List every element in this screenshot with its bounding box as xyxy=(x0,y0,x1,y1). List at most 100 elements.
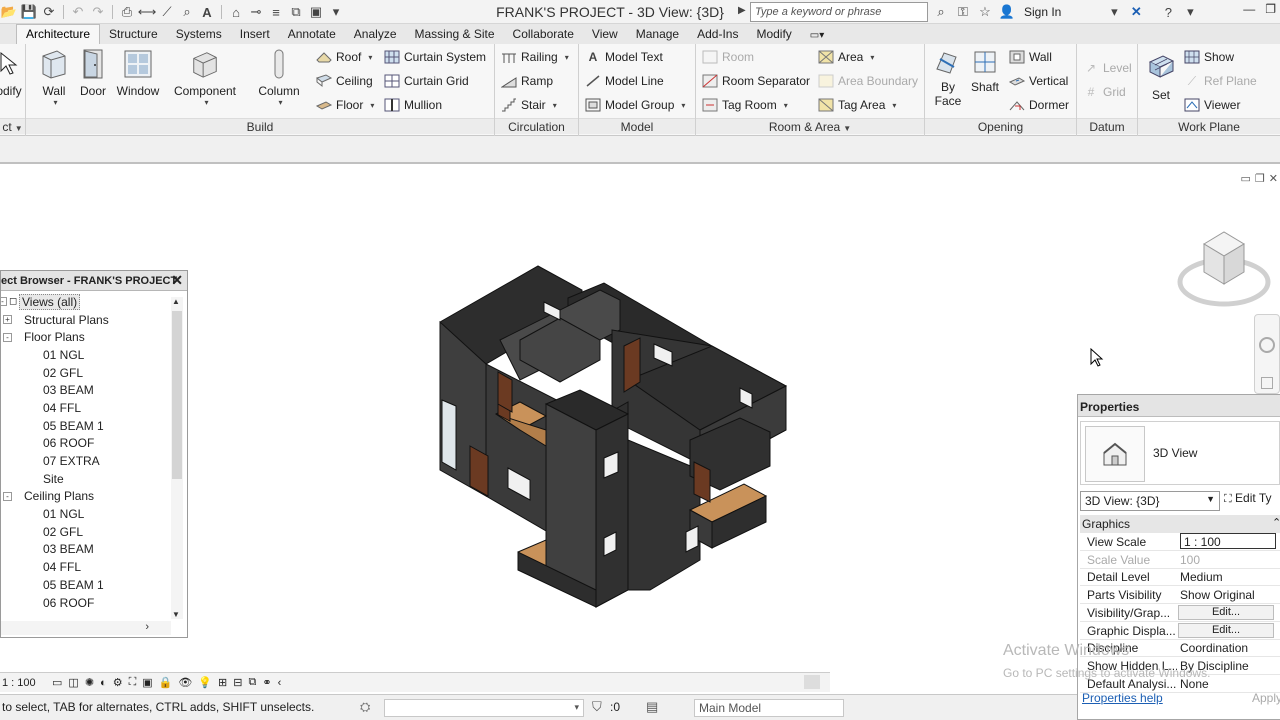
tag-room-dropdown-icon[interactable]: ▾ xyxy=(784,101,788,110)
stair-button[interactable]: Stair ▾ xyxy=(501,95,557,115)
search-input[interactable]: Type a keyword or phrase xyxy=(750,2,928,22)
workset-selector[interactable]: ▾ xyxy=(384,699,584,717)
view-close-icon[interactable]: ✕ xyxy=(1269,172,1278,185)
property-row[interactable]: Parts Visibility Show Original xyxy=(1080,586,1280,605)
zoom-icon[interactable] xyxy=(1261,377,1273,389)
view-minimize-icon[interactable]: ▭ xyxy=(1241,172,1251,185)
ceiling-button[interactable]: Ceiling xyxy=(316,71,373,91)
tab-manage[interactable]: Manage xyxy=(627,25,688,44)
area-button[interactable]: Area ▾ xyxy=(818,47,874,67)
area-dropdown-icon[interactable]: ▾ xyxy=(870,53,874,62)
highlight-displacement-icon[interactable]: ⧉ xyxy=(248,676,256,689)
tree-item[interactable]: 01 NGL xyxy=(1,346,171,364)
tab-architecture[interactable]: Architecture xyxy=(16,24,101,44)
worksets-icon[interactable]: ⛭ xyxy=(360,699,370,715)
room-button[interactable]: Room xyxy=(702,47,754,67)
vertical-opening-button[interactable]: Vertical xyxy=(1009,71,1068,91)
tree-item[interactable]: 05 BEAM 1 xyxy=(1,417,171,435)
dormer-button[interactable]: Dormer xyxy=(1009,95,1069,115)
roof-button[interactable]: Roof ▾ xyxy=(316,47,372,67)
property-value[interactable]: Coordination xyxy=(1180,641,1280,655)
redo-icon[interactable]: ↷ xyxy=(89,3,107,21)
wall-dropdown-icon[interactable]: ▾ xyxy=(37,98,74,107)
model-group-button[interactable]: Model Group ▾ xyxy=(585,95,685,115)
close-hidden-icon[interactable]: ⧉ xyxy=(287,3,305,21)
tab-add-ins[interactable]: Add-Ins xyxy=(688,25,747,44)
edit-type-button[interactable]: ⛶ Edit Ty xyxy=(1224,491,1272,506)
render-icon[interactable]: ⚙ xyxy=(113,676,123,689)
search-expand-icon[interactable]: ▶ xyxy=(738,5,746,16)
tag-area-button[interactable]: Tag Area ▾ xyxy=(818,95,896,115)
close-icon[interactable]: ✕ xyxy=(171,272,183,289)
tab-analyze[interactable]: Analyze xyxy=(345,25,406,44)
component-button[interactable]: Component ▾ xyxy=(170,48,240,107)
minimize-icon[interactable]: — xyxy=(1243,2,1255,16)
tab-modify[interactable]: Modify xyxy=(747,25,800,44)
ribbon-minimize-toggle[interactable]: ▭▾ xyxy=(801,28,833,44)
ref-plane-button[interactable]: ⟋ Ref Plane xyxy=(1184,71,1257,91)
customize-icon[interactable]: ▾ xyxy=(327,3,345,21)
default-3d-icon[interactable]: ⌂ xyxy=(227,3,245,21)
filter-icon[interactable]: ⛉ xyxy=(592,699,602,715)
type-selector[interactable]: 3D View: {3D} ▼ xyxy=(1080,491,1220,511)
horizontal-scrollbar[interactable]: › xyxy=(1,621,171,635)
set-button[interactable]: Set xyxy=(1144,48,1178,102)
reveal-hidden-icon[interactable]: 💡 xyxy=(198,676,212,689)
stair-dropdown-icon[interactable]: ▾ xyxy=(553,101,557,110)
viewcube[interactable] xyxy=(1176,226,1272,310)
print-icon[interactable]: ⎙ xyxy=(118,3,136,21)
tab-systems[interactable]: Systems xyxy=(167,25,231,44)
sun-path-icon[interactable]: ✺ xyxy=(85,676,94,689)
expand-icon[interactable]: + xyxy=(3,315,12,325)
favorites-icon[interactable]: ☆ xyxy=(976,3,994,21)
tree-item[interactable]: 02 GFL xyxy=(1,364,171,382)
property-row[interactable]: Visibility/Grap... Edit... xyxy=(1080,604,1280,622)
design-options-icon[interactable]: ▤ xyxy=(646,699,658,715)
area-boundary-button[interactable]: Area Boundary xyxy=(818,71,918,91)
floor-button[interactable]: Floor ▾ xyxy=(316,95,374,115)
text-icon[interactable]: A xyxy=(198,3,216,21)
mullion-button[interactable]: Mullion xyxy=(384,95,442,115)
tree-item[interactable]: - Ceiling Plans xyxy=(1,488,171,506)
sync-icon[interactable]: ⟳ xyxy=(40,3,58,21)
section-icon[interactable]: ⊸ xyxy=(247,3,265,21)
curtain-grid-button[interactable]: Curtain Grid xyxy=(384,71,469,91)
scroll-up-icon[interactable]: ▲ xyxy=(172,297,180,306)
worksharing-icon[interactable]: ⊞ xyxy=(218,676,227,689)
modify-button[interactable]: odify xyxy=(0,48,26,98)
collapse-icon[interactable]: - xyxy=(3,332,12,342)
scroll-left-icon[interactable]: ‹ xyxy=(278,677,282,689)
property-row[interactable]: View Scale 1 : 100 xyxy=(1080,533,1280,551)
measure-icon[interactable]: ⟷ xyxy=(138,3,157,21)
analytical-model-icon[interactable]: ⊟ xyxy=(233,676,242,689)
show-crop-icon[interactable]: ▣ xyxy=(142,676,152,689)
tree-item[interactable]: 04 FFL xyxy=(1,558,171,576)
scroll-down-icon[interactable]: ▼ xyxy=(172,610,180,619)
building-3d-model[interactable] xyxy=(430,260,800,612)
tab-annotate[interactable]: Annotate xyxy=(279,25,345,44)
shadows-icon[interactable]: ◐ xyxy=(100,677,107,689)
railing-button[interactable]: Railing ▾ xyxy=(501,47,569,67)
property-edit-button[interactable]: Edit... xyxy=(1178,622,1274,638)
roof-dropdown-icon[interactable]: ▾ xyxy=(368,53,372,62)
floor-dropdown-icon[interactable]: ▾ xyxy=(370,101,374,110)
viewer-button[interactable]: Viewer xyxy=(1184,95,1240,115)
shaft-button[interactable]: Shaft xyxy=(969,48,1001,94)
tree-item[interactable]: 05 BEAM 1 xyxy=(1,576,171,594)
tree-item[interactable]: + Structural Plans xyxy=(1,311,171,329)
design-option-selector[interactable]: Main Model xyxy=(694,699,844,717)
switch-windows-icon[interactable]: ▣ xyxy=(307,3,325,21)
show-button[interactable]: Show xyxy=(1184,47,1234,67)
tree-item[interactable]: Site xyxy=(1,470,171,488)
scroll-thumb[interactable] xyxy=(172,311,182,479)
tag-icon[interactable]: ⌕ xyxy=(178,3,196,21)
tree-item[interactable]: 01 NGL xyxy=(1,505,171,523)
graphics-group-header[interactable]: Graphics ⌃ xyxy=(1080,515,1280,533)
visual-style-icon[interactable]: ◫ xyxy=(68,676,78,689)
save-icon[interactable]: 💾 xyxy=(20,3,38,21)
tag-room-button[interactable]: Tag Room ▾ xyxy=(702,95,788,115)
tree-item[interactable]: 06 ROOF xyxy=(1,594,171,612)
tab-view[interactable]: View xyxy=(583,25,627,44)
tab-massing-site[interactable]: Massing & Site xyxy=(406,25,504,44)
properties-help-link[interactable]: Properties help xyxy=(1082,691,1163,705)
